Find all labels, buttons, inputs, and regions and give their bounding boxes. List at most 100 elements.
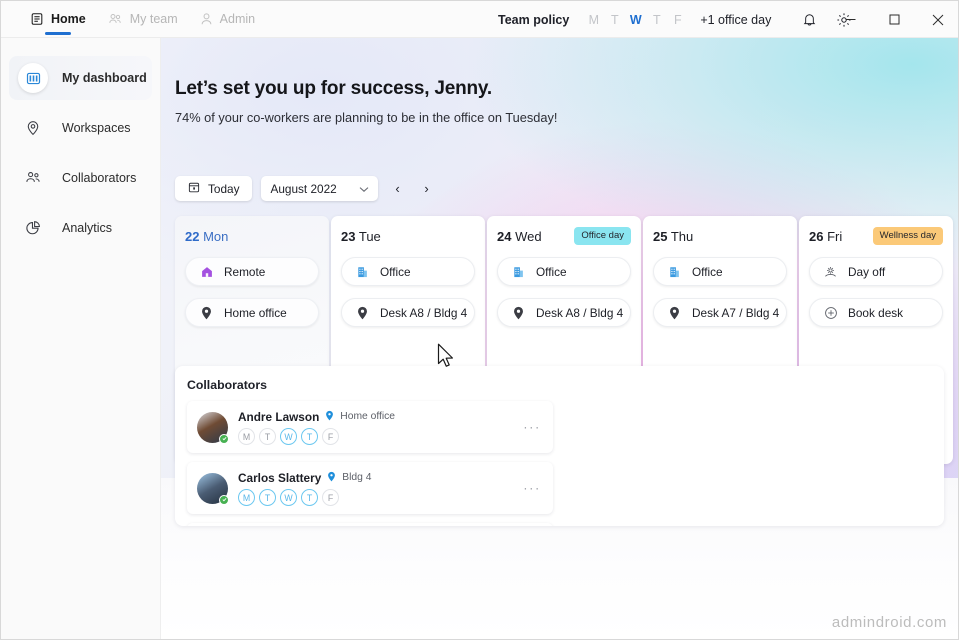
month-select[interactable]: August 2022: [261, 176, 379, 201]
day-card-header: 24 Wed Office day: [497, 227, 631, 245]
work-mode-pill[interactable]: Office: [653, 257, 787, 286]
calendar-icon: [188, 181, 200, 196]
day-chip-t1[interactable]: T: [259, 489, 276, 506]
collaborator-row-andre-lawson[interactable]: Andre Lawson Home office M T W T F ···: [187, 401, 553, 453]
plus-circle-icon: [823, 306, 838, 320]
day-weekday: Tue: [358, 228, 381, 244]
collaborator-row-chris-naidoo[interactable]: Chris Naidoo Home office M T W T F: [187, 523, 553, 526]
day-chip-t1[interactable]: T: [259, 428, 276, 445]
day-card-date: 22 Mon: [185, 229, 228, 244]
page-subtitle: 74% of your co-workers are planning to b…: [175, 110, 558, 125]
sidebar-item-analytics-label: Analytics: [62, 220, 113, 235]
tab-my-team[interactable]: My team: [97, 1, 189, 38]
collaborator-days: M T W T F: [238, 489, 371, 506]
day-number: 25: [653, 228, 668, 244]
day-number: 23: [341, 228, 356, 244]
location-pill[interactable]: Desk A7 / Bldg 4: [653, 298, 787, 327]
location-label: Home office: [224, 305, 287, 320]
day-chip-w[interactable]: W: [280, 489, 297, 506]
day-chip-m[interactable]: M: [238, 489, 255, 506]
day-chip-t2[interactable]: T: [301, 489, 318, 506]
sidebar-item-analytics[interactable]: Analytics: [9, 206, 152, 250]
location-pin-icon: [18, 113, 48, 143]
maximize-icon[interactable]: [872, 1, 916, 38]
sun-rest-icon: [823, 265, 838, 279]
team-policy-widget: Team policy M T W T F +1 office day: [498, 1, 771, 38]
collaborator-row-carlos-slattery[interactable]: Carlos Slattery Bldg 4 M T W T F ···: [187, 462, 553, 514]
day-chip-t2[interactable]: T: [301, 428, 318, 445]
work-mode-label: Office: [692, 264, 723, 279]
policy-day-w: W: [629, 12, 642, 27]
page-title: Let’s set you up for success, Jenny.: [175, 78, 492, 99]
collaborators-title: Collaborators: [187, 378, 267, 392]
work-mode-pill[interactable]: Office: [341, 257, 475, 286]
location-label: Desk A7 / Bldg 4: [692, 305, 780, 320]
nav-tabs: Home My team Admin: [1, 1, 266, 38]
avatar: [197, 472, 229, 505]
sidebar: My dashboard Workspaces Collaborators An…: [1, 38, 161, 639]
tab-my-team-label: My team: [129, 12, 178, 26]
location-pill[interactable]: Home office: [185, 298, 319, 327]
home-icon: [199, 265, 214, 279]
location-pin-icon: [667, 306, 682, 320]
status-badge: Wellness day: [872, 227, 943, 245]
avatar: [197, 411, 229, 444]
collaborator-days: M T W T F: [238, 428, 395, 445]
day-card-date: 25 Thu: [653, 229, 693, 244]
day-number: 22: [185, 228, 200, 244]
today-button[interactable]: Today: [175, 176, 253, 201]
location-pill[interactable]: Desk A8 / Bldg 4: [497, 298, 631, 327]
book-desk-pill[interactable]: Book desk: [809, 298, 943, 327]
day-chip-f[interactable]: F: [322, 489, 339, 506]
watermark: admindroid.com: [831, 614, 947, 631]
tab-home[interactable]: Home: [19, 1, 97, 38]
tab-admin[interactable]: Admin: [189, 1, 266, 38]
chevron-down-icon: [359, 182, 369, 196]
title-bar: Home My team Admin Team policy M T W T F…: [1, 1, 958, 38]
sidebar-item-my-dashboard[interactable]: My dashboard: [9, 56, 152, 100]
location-pin-icon: [355, 306, 370, 320]
work-mode-pill[interactable]: Office: [497, 257, 631, 286]
main-content: Let’s set you up for success, Jenny. 74%…: [161, 38, 958, 639]
building-icon: [511, 265, 526, 279]
policy-day-t1: T: [611, 12, 619, 27]
day-weekday: Thu: [670, 228, 694, 244]
day-chip-f[interactable]: F: [322, 428, 339, 445]
collaborator-name-line: Carlos Slattery Bldg 4: [238, 470, 371, 485]
work-mode-label: Office: [380, 264, 411, 279]
day-card-header: 23 Tue: [341, 227, 475, 245]
tab-home-label: Home: [51, 12, 86, 26]
team-icon: [108, 12, 123, 26]
collaborator-info: Carlos Slattery Bldg 4 M T W T F: [238, 470, 371, 506]
day-chip-m[interactable]: M: [238, 428, 255, 445]
collaborators-list: Andre Lawson Home office M T W T F ··· C…: [187, 401, 932, 526]
building-icon: [667, 265, 682, 279]
bell-icon[interactable]: [796, 7, 822, 33]
pie-chart-icon: [18, 213, 48, 243]
day-number: 24: [497, 228, 512, 244]
sidebar-item-workspaces-label: Workspaces: [62, 120, 131, 135]
work-mode-pill[interactable]: Day off: [809, 257, 943, 286]
status-badge: Office day: [574, 227, 631, 245]
row-menu-button[interactable]: ···: [523, 481, 541, 496]
close-icon[interactable]: [916, 1, 958, 38]
mouse-cursor: [437, 343, 456, 374]
prev-week-button[interactable]: ‹: [387, 178, 407, 200]
minimize-icon[interactable]: [828, 1, 872, 38]
people-icon: [18, 163, 48, 193]
next-week-button[interactable]: ›: [416, 178, 436, 200]
location-pin-icon: [511, 306, 526, 320]
sidebar-item-my-dashboard-label: My dashboard: [62, 70, 147, 85]
day-chip-w[interactable]: W: [280, 428, 297, 445]
work-mode-pill[interactable]: Remote: [185, 257, 319, 286]
location-pin-icon: [325, 408, 334, 426]
sidebar-item-workspaces[interactable]: Workspaces: [9, 106, 152, 150]
day-card-header: 22 Mon: [185, 227, 319, 245]
location-pill[interactable]: Desk A8 / Bldg 4: [341, 298, 475, 327]
collaborator-name: Andre Lawson: [238, 409, 320, 424]
team-policy-label: Team policy: [498, 12, 570, 27]
row-menu-button[interactable]: ···: [523, 420, 541, 435]
tab-admin-label: Admin: [219, 12, 256, 26]
sidebar-item-collaborators[interactable]: Collaborators: [9, 156, 152, 200]
day-card-header: 25 Thu: [653, 227, 787, 245]
